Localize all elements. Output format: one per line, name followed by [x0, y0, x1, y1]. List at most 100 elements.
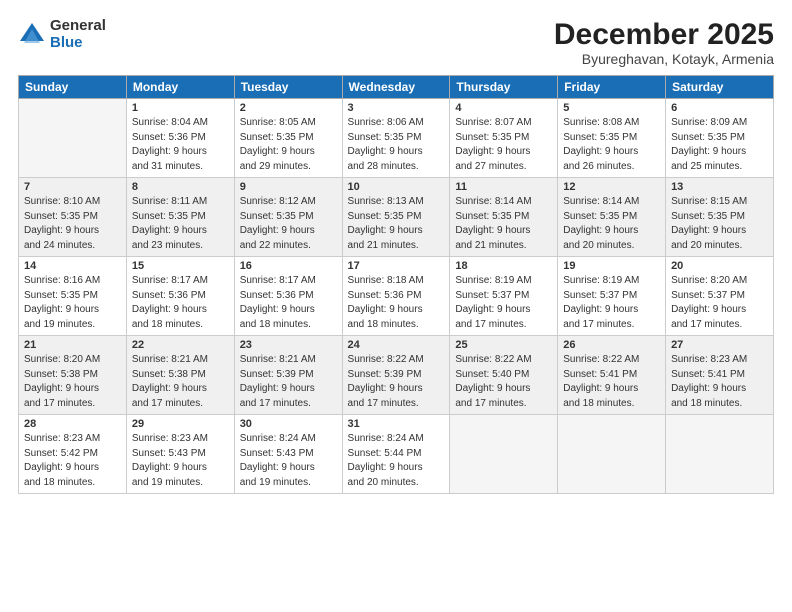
calendar-table: SundayMondayTuesdayWednesdayThursdayFrid…: [18, 75, 774, 494]
day-number: 16: [240, 260, 337, 272]
calendar-day-cell: 22 Sunrise: 8:21 AMSunset: 5:38 PMDayligh…: [126, 336, 234, 415]
calendar-week-row: 14Sunrise: 8:16 AMSunset: 5:35 PMDayligh…: [19, 257, 774, 336]
day-number: 15: [132, 260, 229, 272]
day-info: Sunrise: 8:22 AMSunset: 5:40 PMDaylight:…: [455, 353, 552, 411]
day-number: 6: [671, 102, 768, 114]
calendar-day-cell: 13 Sunrise: 8:15 AMSunset: 5:35 PMDayligh…: [666, 178, 774, 257]
day-info: Sunrise: 8:08 AMSunset: 5:35 PMDaylight:…: [563, 116, 660, 174]
calendar-header: SundayMondayTuesdayWednesdayThursdayFrid…: [19, 76, 774, 99]
title-block: December 2025 Byureghavan, Kotayk, Armen…: [554, 18, 774, 67]
location-subtitle: Byureghavan, Kotayk, Armenia: [554, 51, 774, 67]
day-info: Sunrise: 8:17 AMSunset: 5:36 PMDaylight:…: [240, 274, 337, 332]
calendar-day-cell: 1 Sunrise: 8:04 AMSunset: 5:36 PMDaylight…: [126, 99, 234, 178]
day-number: 21: [24, 339, 121, 351]
month-title: December 2025: [554, 18, 774, 51]
calendar-day-cell: 10 Sunrise: 8:13 AMSunset: 5:35 PMDayligh…: [342, 178, 450, 257]
day-info: Sunrise: 8:20 AMSunset: 5:38 PMDaylight:…: [24, 353, 121, 411]
calendar-day-cell: 5 Sunrise: 8:08 AMSunset: 5:35 PMDaylight…: [558, 99, 666, 178]
calendar-day-cell: 27 Sunrise: 8:23 AMSunset: 5:41 PMDayligh…: [666, 336, 774, 415]
calendar-day-cell: 19 Sunrise: 8:19 AMSunset: 5:37 PMDayligh…: [558, 257, 666, 336]
logo-icon: [18, 21, 46, 49]
day-info: Sunrise: 8:07 AMSunset: 5:35 PMDaylight:…: [455, 116, 552, 174]
calendar-day-cell: 3Sunrise: 8:06 AMSunset: 5:35 PMDaylight…: [342, 99, 450, 178]
day-info: Sunrise: 8:13 AMSunset: 5:35 PMDaylight:…: [348, 195, 445, 253]
calendar-day-cell: 26 Sunrise: 8:22 AMSunset: 5:41 PMDayligh…: [558, 336, 666, 415]
day-number: 14: [24, 260, 121, 272]
calendar-day-cell: 21 Sunrise: 8:20 AMSunset: 5:38 PMDayligh…: [19, 336, 127, 415]
day-number: 19: [563, 260, 660, 272]
day-info: Sunrise: 8:20 AMSunset: 5:37 PMDaylight:…: [671, 274, 768, 332]
day-info: Sunrise: 8:24 AMSunset: 5:43 PMDaylight:…: [240, 432, 337, 490]
day-number: 7: [24, 181, 121, 193]
day-info: Sunrise: 8:24 AMSunset: 5:44 PMDaylight:…: [348, 432, 445, 490]
day-number: 31: [348, 418, 445, 430]
weekday-header-saturday: Saturday: [666, 76, 774, 99]
day-number: 26: [563, 339, 660, 351]
day-info: Sunrise: 8:23 AMSunset: 5:42 PMDaylight:…: [24, 432, 121, 490]
calendar-body: 1 Sunrise: 8:04 AMSunset: 5:36 PMDaylight…: [19, 99, 774, 494]
calendar-day-cell: 31 Sunrise: 8:24 AMSunset: 5:44 PMDayligh…: [342, 415, 450, 494]
calendar-day-cell: 25Sunrise: 8:22 AMSunset: 5:40 PMDayligh…: [450, 336, 558, 415]
day-number: 1: [132, 102, 229, 114]
calendar-week-row: 21 Sunrise: 8:20 AMSunset: 5:38 PMDayligh…: [19, 336, 774, 415]
weekday-header-friday: Friday: [558, 76, 666, 99]
weekday-header-row: SundayMondayTuesdayWednesdayThursdayFrid…: [19, 76, 774, 99]
day-info: Sunrise: 8:15 AMSunset: 5:35 PMDaylight:…: [671, 195, 768, 253]
logo-blue-label: Blue: [50, 35, 106, 52]
logo: General Blue: [18, 18, 106, 51]
calendar-day-cell: 6 Sunrise: 8:09 AMSunset: 5:35 PMDaylight…: [666, 99, 774, 178]
day-number: 30: [240, 418, 337, 430]
calendar-week-row: 1 Sunrise: 8:04 AMSunset: 5:36 PMDaylight…: [19, 99, 774, 178]
calendar-day-cell: 18Sunrise: 8:19 AMSunset: 5:37 PMDayligh…: [450, 257, 558, 336]
calendar-day-cell: [19, 99, 127, 178]
day-info: Sunrise: 8:05 AMSunset: 5:35 PMDaylight:…: [240, 116, 337, 174]
weekday-header-thursday: Thursday: [450, 76, 558, 99]
day-number: 13: [671, 181, 768, 193]
day-info: Sunrise: 8:19 AMSunset: 5:37 PMDaylight:…: [563, 274, 660, 332]
day-info: Sunrise: 8:04 AMSunset: 5:36 PMDaylight:…: [132, 116, 229, 174]
weekday-header-sunday: Sunday: [19, 76, 127, 99]
calendar-day-cell: 30 Sunrise: 8:24 AMSunset: 5:43 PMDayligh…: [234, 415, 342, 494]
calendar-day-cell: 7Sunrise: 8:10 AMSunset: 5:35 PMDaylight…: [19, 178, 127, 257]
day-number: 9: [240, 181, 337, 193]
day-number: 10: [348, 181, 445, 193]
day-info: Sunrise: 8:23 AMSunset: 5:43 PMDaylight:…: [132, 432, 229, 490]
day-info: Sunrise: 8:21 AMSunset: 5:39 PMDaylight:…: [240, 353, 337, 411]
day-info: Sunrise: 8:06 AMSunset: 5:35 PMDaylight:…: [348, 116, 445, 174]
calendar-day-cell: 9Sunrise: 8:12 AMSunset: 5:35 PMDaylight…: [234, 178, 342, 257]
day-info: Sunrise: 8:23 AMSunset: 5:41 PMDaylight:…: [671, 353, 768, 411]
calendar-day-cell: 14Sunrise: 8:16 AMSunset: 5:35 PMDayligh…: [19, 257, 127, 336]
day-info: Sunrise: 8:09 AMSunset: 5:35 PMDaylight:…: [671, 116, 768, 174]
day-info: Sunrise: 8:22 AMSunset: 5:41 PMDaylight:…: [563, 353, 660, 411]
calendar-day-cell: 23Sunrise: 8:21 AMSunset: 5:39 PMDayligh…: [234, 336, 342, 415]
calendar-day-cell: 2Sunrise: 8:05 AMSunset: 5:35 PMDaylight…: [234, 99, 342, 178]
day-info: Sunrise: 8:11 AMSunset: 5:35 PMDaylight:…: [132, 195, 229, 253]
calendar-day-cell: 8Sunrise: 8:11 AMSunset: 5:35 PMDaylight…: [126, 178, 234, 257]
day-number: 27: [671, 339, 768, 351]
day-info: Sunrise: 8:22 AMSunset: 5:39 PMDaylight:…: [348, 353, 445, 411]
calendar-day-cell: 16 Sunrise: 8:17 AMSunset: 5:36 PMDayligh…: [234, 257, 342, 336]
calendar-day-cell: 24Sunrise: 8:22 AMSunset: 5:39 PMDayligh…: [342, 336, 450, 415]
day-number: 18: [455, 260, 552, 272]
weekday-header-monday: Monday: [126, 76, 234, 99]
page: General Blue December 2025 Byureghavan, …: [0, 0, 792, 612]
day-number: 17: [348, 260, 445, 272]
day-number: 12: [563, 181, 660, 193]
calendar-day-cell: 12 Sunrise: 8:14 AMSunset: 5:35 PMDayligh…: [558, 178, 666, 257]
calendar-week-row: 28Sunrise: 8:23 AMSunset: 5:42 PMDayligh…: [19, 415, 774, 494]
calendar-day-cell: 17Sunrise: 8:18 AMSunset: 5:36 PMDayligh…: [342, 257, 450, 336]
day-number: 20: [671, 260, 768, 272]
calendar-day-cell: 20 Sunrise: 8:20 AMSunset: 5:37 PMDayligh…: [666, 257, 774, 336]
calendar-day-cell: [450, 415, 558, 494]
calendar-day-cell: [558, 415, 666, 494]
calendar-day-cell: 4Sunrise: 8:07 AMSunset: 5:35 PMDaylight…: [450, 99, 558, 178]
day-number: 5: [563, 102, 660, 114]
day-info: Sunrise: 8:21 AMSunset: 5:38 PMDaylight:…: [132, 353, 229, 411]
header: General Blue December 2025 Byureghavan, …: [18, 18, 774, 67]
day-info: Sunrise: 8:14 AMSunset: 5:35 PMDaylight:…: [455, 195, 552, 253]
day-info: Sunrise: 8:14 AMSunset: 5:35 PMDaylight:…: [563, 195, 660, 253]
weekday-header-tuesday: Tuesday: [234, 76, 342, 99]
calendar-day-cell: 11Sunrise: 8:14 AMSunset: 5:35 PMDayligh…: [450, 178, 558, 257]
logo-general-label: General: [50, 18, 106, 35]
day-number: 22: [132, 339, 229, 351]
